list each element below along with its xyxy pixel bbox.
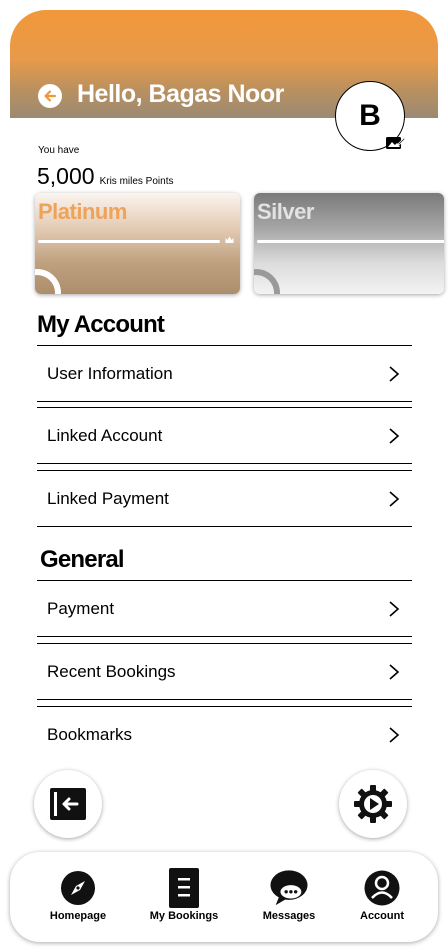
menu-item-label: Recent Bookings (47, 661, 176, 681)
menu-item-payment[interactable]: Payment (37, 580, 412, 637)
nav-label: My Bookings (149, 910, 219, 922)
arrow-left-icon (44, 90, 57, 102)
nav-item-my-bookings[interactable]: My Bookings (139, 868, 229, 922)
tier-progress-bar (257, 240, 444, 243)
menu-item-label: Payment (47, 598, 115, 618)
bottom-navigation: Homepage My Bookings Messages Account (10, 852, 438, 942)
crown-icon (225, 236, 234, 243)
edit-photo-icon[interactable] (385, 135, 405, 151)
menu-item-linked-account[interactable]: Linked Account (37, 407, 412, 464)
nav-item-account[interactable]: Account (337, 868, 427, 922)
section-title-my-account: My Account (37, 311, 165, 338)
greeting-title: Hello, Bagas Noor (77, 80, 284, 108)
back-button[interactable] (38, 84, 62, 108)
menu-item-linked-payment[interactable]: Linked Payment (37, 470, 412, 527)
menu-item-recent-bookings[interactable]: Recent Bookings (37, 643, 412, 700)
chevron-right-icon (389, 600, 400, 617)
document-icon (169, 868, 199, 908)
chevron-right-icon (389, 365, 400, 382)
settings-button[interactable] (339, 770, 407, 838)
tier-name: Platinum (38, 199, 127, 224)
avatar-initial: B (359, 99, 381, 132)
nav-label: Account (360, 910, 404, 922)
logout-button[interactable] (34, 770, 102, 838)
nav-label: Messages (262, 910, 316, 922)
compass-icon (61, 871, 95, 905)
menu-item-bookmarks[interactable]: Bookmarks (37, 706, 412, 763)
points-unit: Kris miles Points (99, 176, 174, 187)
section-title-general: General (40, 546, 125, 573)
nav-label: Homepage (49, 910, 107, 922)
tier-name: Silver (257, 199, 314, 224)
chat-icon (270, 870, 308, 906)
nav-item-homepage[interactable]: Homepage (33, 868, 123, 922)
chevron-right-icon (389, 427, 400, 444)
chevron-right-icon (389, 727, 400, 743)
points-summary: 5,000 Kris miles Points (37, 163, 173, 190)
tier-decoration (35, 269, 61, 294)
tier-progress-bar (38, 240, 220, 243)
menu-item-label: Bookmarks (47, 725, 133, 744)
chevron-right-icon (389, 663, 400, 680)
points-caption: You have (38, 145, 80, 156)
points-value: 5,000 (37, 163, 95, 189)
menu-item-label: User Information (47, 363, 173, 383)
tier-card-platinum[interactable]: Platinum (35, 193, 240, 294)
user-icon (364, 870, 400, 906)
chevron-right-icon (389, 490, 400, 507)
menu-item-label: Linked Account (47, 425, 163, 445)
gear-icon (354, 785, 392, 823)
logout-icon (50, 788, 86, 820)
tier-decoration (254, 269, 280, 294)
tier-card-silver[interactable]: Silver (254, 193, 444, 294)
menu-item-label: Linked Payment (47, 488, 169, 508)
nav-item-messages[interactable]: Messages (244, 868, 334, 922)
menu-item-user-information[interactable]: User Information (37, 345, 412, 402)
